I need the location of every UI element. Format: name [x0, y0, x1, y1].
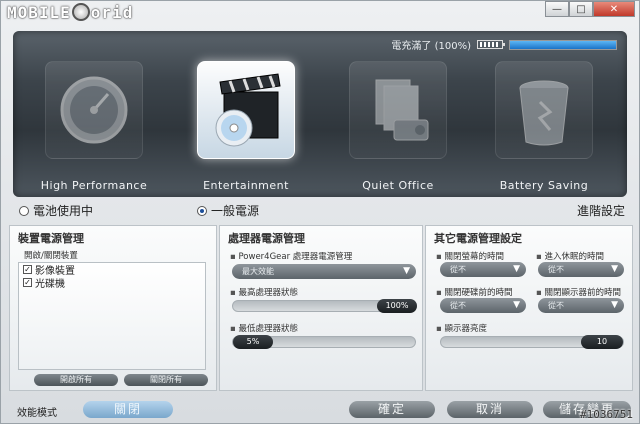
sleep-value: 從不	[548, 265, 564, 274]
close-button[interactable]: ✕	[593, 1, 635, 17]
brightness-thumb[interactable]: 10	[581, 335, 623, 349]
display-off-value: 從不	[548, 301, 564, 310]
battery-power-label: 電池使用中	[33, 204, 94, 218]
device-item-label: 光碟機	[35, 279, 65, 290]
device-list: ✓ 影像裝置 ✓ 光碟機	[18, 262, 206, 370]
max-cpu-slider[interactable]: 100%	[232, 299, 417, 313]
close-all-button[interactable]: 關閉所有	[124, 374, 208, 386]
battery-status: 電充滿了 (100%)	[391, 37, 617, 52]
performance-mode-label: 效能模式	[17, 408, 57, 419]
settings-pane: 電池使用中 一般電源 進階設定 裝置電源管理 開啟/關閉裝置 ✓ 影像裝置 ✓ …	[9, 197, 633, 393]
clapperboard-dvd-icon	[197, 61, 295, 159]
cpu-power-panel: 處理器電源管理 Power4Gear 處理器電源管理 最大效能 ▼ 最高處理器狀…	[219, 225, 423, 391]
office-documents-projector-icon	[349, 61, 447, 159]
battery-level-bar	[509, 39, 617, 50]
mode-battery-saving[interactable]: Battery Saving	[489, 61, 599, 197]
watermark: #1036751	[580, 408, 633, 421]
power-source-row: 電池使用中 一般電源 進階設定	[9, 197, 633, 221]
mode-label-battery-saving: Battery Saving	[499, 179, 589, 192]
display-off-dropdown[interactable]: 從不 ▼	[538, 298, 624, 313]
brightness-value: 10	[596, 337, 608, 346]
cpu-panel-title: 處理器電源管理	[228, 232, 305, 245]
battery-status-text: 電充滿了 (100%)	[391, 41, 471, 52]
device-item-optical[interactable]: ✓ 光碟機	[19, 276, 205, 290]
ac-power-label: 一般電源	[211, 204, 260, 218]
maximize-button[interactable]: □	[569, 1, 593, 17]
disk-off-label: 關閉硬碟前的時間	[436, 286, 512, 298]
battery-level-fill	[510, 40, 616, 49]
cancel-button[interactable]: 取消	[447, 401, 533, 418]
other-panel-title: 其它電源管理設定	[434, 232, 522, 245]
mode-selector-stage: 電充滿了 (100%) High Performance Entertainme…	[13, 31, 627, 197]
mode-label-high-performance: High Performance	[40, 179, 148, 192]
chevron-down-icon: ▼	[611, 264, 618, 274]
sleep-label: 進入休眠的時間	[536, 250, 604, 262]
sleep-dropdown[interactable]: 從不 ▼	[538, 262, 624, 277]
mode-label-quiet-office: Quiet Office	[362, 179, 434, 192]
chevron-down-icon: ▼	[611, 300, 618, 310]
max-cpu-label: 最高處理器狀態	[230, 286, 298, 298]
mode-entertainment[interactable]: Entertainment	[191, 61, 301, 197]
brightness-label: 顯示器亮度	[436, 322, 487, 334]
disk-off-value: 從不	[450, 301, 466, 310]
device-panel-title: 裝置電源管理	[18, 232, 84, 245]
open-all-button[interactable]: 開啟所有	[34, 374, 118, 386]
min-cpu-value: 5%	[246, 337, 260, 346]
mode-high-performance[interactable]: High Performance	[39, 61, 149, 197]
chevron-down-icon: ▼	[513, 300, 520, 310]
chevron-down-icon: ▼	[513, 264, 520, 274]
minimize-button[interactable]: —	[545, 1, 569, 17]
other-power-panel: 其它電源管理設定 關閉螢幕的時間 從不 ▼ 進入休眠的時間 從不 ▼ 關閉硬碟前…	[425, 225, 633, 391]
monitor-off-dropdown[interactable]: 從不 ▼	[440, 262, 526, 277]
advanced-settings-link[interactable]: 進階設定	[577, 202, 625, 219]
performance-mode-toggle[interactable]: 關閉	[83, 401, 173, 418]
disk-off-dropdown[interactable]: 從不 ▼	[440, 298, 526, 313]
device-power-panel: 裝置電源管理 開啟/關閉裝置 ✓ 影像裝置 ✓ 光碟機 開啟所有 關閉所有	[9, 225, 217, 391]
radio-on-icon	[197, 205, 207, 216]
battery-icon	[477, 40, 505, 49]
brightness-slider[interactable]: 10	[440, 335, 624, 349]
p4g-value: 最大效能	[242, 267, 274, 276]
mode-label-entertainment: Entertainment	[203, 179, 289, 192]
ac-power-radio[interactable]: 一般電源	[197, 202, 259, 219]
chevron-down-icon: ▼	[403, 266, 410, 276]
monitor-off-label: 關閉螢幕的時間	[436, 250, 504, 262]
logo-ring-icon	[71, 3, 90, 21]
title-bar: MOBILE orid — □ ✕	[1, 1, 639, 25]
logo-text-right: orid	[90, 3, 134, 22]
bottom-bar: 效能模式 關閉 確定 取消 儲存變更 #1036751	[1, 397, 639, 423]
window-controls: — □ ✕	[545, 1, 635, 17]
checkbox-checked-icon: ✓	[23, 278, 32, 287]
logo-text-left: MOBILE	[7, 3, 71, 22]
mobile-orid-logo: MOBILE orid	[7, 3, 133, 22]
ok-button[interactable]: 確定	[349, 401, 435, 418]
trash-bin-icon	[495, 61, 593, 159]
battery-power-radio[interactable]: 電池使用中	[19, 202, 93, 219]
p4g-dropdown[interactable]: 最大效能 ▼	[232, 264, 416, 279]
min-cpu-thumb[interactable]: 5%	[233, 335, 273, 349]
mode-quiet-office[interactable]: Quiet Office	[343, 61, 453, 197]
speedometer-icon	[45, 61, 143, 159]
display-off-label: 關閉顯示器前的時間	[536, 286, 621, 298]
max-cpu-value: 100%	[385, 301, 409, 310]
min-cpu-label: 最低處理器狀態	[230, 322, 298, 334]
radio-off-icon	[19, 205, 29, 216]
min-cpu-slider[interactable]: 5%	[232, 335, 416, 349]
app-window: MOBILE orid — □ ✕ 電充滿了 (100%) High Perfo…	[0, 0, 640, 424]
checkbox-checked-icon: ✓	[23, 265, 32, 274]
device-panel-subtitle: 開啟/關閉裝置	[24, 251, 78, 261]
p4g-label: Power4Gear 處理器電源管理	[230, 250, 352, 262]
max-cpu-thumb[interactable]: 100%	[377, 299, 417, 313]
monitor-off-value: 從不	[450, 265, 466, 274]
